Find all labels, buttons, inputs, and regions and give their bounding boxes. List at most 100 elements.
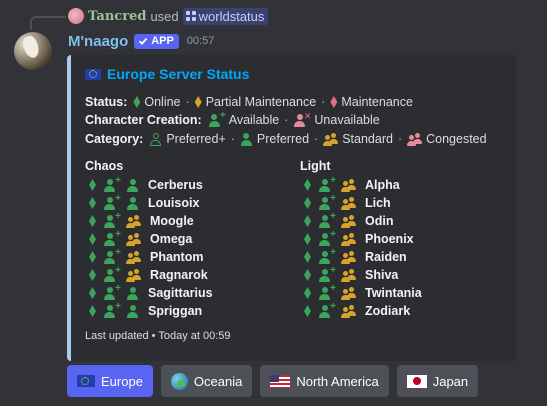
maintenance-label: Maintenance — [341, 95, 413, 109]
server-row: + Omega — [89, 229, 213, 248]
jp-flag-icon — [406, 374, 427, 388]
users-icon — [341, 178, 356, 192]
oceania-button-label: Oceania — [193, 373, 243, 389]
datacenter-title-chaos: Chaos — [85, 159, 124, 173]
server-row: + Sagittarius — [89, 283, 213, 302]
status-diamond-icon — [304, 305, 311, 317]
status-diamond-icon — [89, 251, 96, 263]
creation-legend-label: Character Creation: — [85, 113, 202, 127]
user-plus-icon: + — [103, 265, 121, 282]
oceania-button[interactable]: Oceania — [160, 365, 253, 397]
online-diamond-icon — [133, 96, 141, 108]
user-plus-icon: + — [318, 247, 336, 264]
preferred-plus-label: Preferred+ — [166, 132, 226, 146]
app-badge: APP — [134, 33, 179, 49]
slash-command-mention[interactable]: worldstatus — [182, 7, 269, 25]
users-congested-icon — [407, 132, 423, 146]
user-plus-icon: + — [318, 265, 336, 282]
message-timestamp[interactable]: 00:57 — [187, 35, 215, 47]
creation-legend: Character Creation: + Available · ✕ Unav… — [85, 110, 380, 127]
server-name: Spriggan — [148, 304, 203, 318]
reply-user-avatar[interactable] — [68, 8, 84, 24]
europe-button-label: Europe — [101, 373, 143, 389]
status-diamond-icon — [89, 215, 96, 227]
status-diamond-icon — [89, 197, 96, 209]
status-diamond-icon — [304, 197, 311, 209]
server-row: + Ragnarok — [89, 265, 213, 284]
author-avatar[interactable] — [14, 32, 52, 70]
globe-icon — [170, 372, 188, 390]
user-icon — [126, 304, 139, 318]
embed-title: Europe Server Status — [85, 66, 249, 82]
author-name[interactable]: M'naago — [68, 33, 128, 50]
users-icon — [341, 196, 356, 210]
separator: · — [185, 95, 190, 109]
separator: · — [321, 95, 326, 109]
users-icon — [341, 304, 356, 318]
users-icon — [126, 232, 141, 246]
user-plus-icon: + — [318, 283, 336, 300]
user-plus-icon: + — [318, 193, 336, 210]
user-plus-icon: + — [208, 110, 226, 127]
user-icon — [240, 132, 253, 146]
user-plus-icon: + — [103, 283, 121, 300]
japan-button-label: Japan — [432, 373, 469, 389]
separator: · — [284, 113, 289, 127]
separator: · — [397, 132, 403, 146]
server-name: Louisoix — [148, 196, 200, 210]
unavailable-label: Unavailable — [314, 113, 380, 127]
reply-used-text: used — [150, 8, 179, 24]
status-diamond-icon — [304, 233, 311, 245]
user-icon — [126, 286, 139, 300]
server-name: Twintania — [365, 286, 422, 300]
partial-maintenance-label: Partial Maintenance — [205, 95, 317, 109]
server-row: + Raiden — [304, 247, 422, 266]
category-legend: Category: Preferred+ · Preferred · Stand… — [85, 132, 487, 146]
europe-button[interactable]: Europe — [67, 365, 153, 397]
app-badge-label: APP — [151, 35, 174, 47]
reply-reference[interactable]: Tancred used worldstatus — [68, 7, 269, 25]
status-diamond-icon — [304, 287, 311, 299]
congested-label: Congested — [426, 132, 487, 146]
server-name: Zodiark — [365, 304, 411, 318]
user-plus-icon: + — [318, 301, 336, 318]
partial-maintenance-diamond-icon — [194, 96, 202, 108]
datacenter-title-light: Light — [300, 159, 331, 173]
eu-flag-icon — [77, 375, 95, 387]
server-row: + Lich — [304, 193, 422, 212]
user-plus-icon: + — [103, 175, 121, 192]
server-row: + Cerberus — [89, 175, 213, 194]
server-row: + Louisoix — [89, 193, 213, 212]
users-icon — [126, 214, 141, 228]
user-plus-icon: + — [103, 193, 121, 210]
server-name: Phoenix — [365, 232, 414, 246]
command-grid-icon — [185, 11, 196, 21]
server-row: + Alpha — [304, 175, 422, 194]
available-label: Available — [228, 113, 280, 127]
us-flag-icon — [270, 374, 291, 388]
separator: · — [230, 132, 235, 146]
server-name: Lich — [365, 196, 391, 210]
status-diamond-icon — [89, 269, 96, 281]
maintenance-diamond-icon — [330, 96, 338, 108]
server-list-light: + Alpha + Lich + Odin + Phoenix + Raiden + Shiva + Tw… — [304, 175, 422, 320]
preferred-label: Preferred — [256, 132, 310, 146]
server-name: Sagittarius — [148, 286, 213, 300]
reply-connector — [30, 16, 66, 30]
server-row: + Zodiark — [304, 301, 422, 320]
user-plus-icon: + — [318, 175, 336, 192]
region-button-row: Europe Oceania North America Japan — [67, 365, 479, 397]
server-row: + Shiva — [304, 265, 422, 284]
users-icon — [341, 250, 356, 264]
japan-button[interactable]: Japan — [396, 365, 479, 397]
status-diamond-icon — [89, 287, 96, 299]
north-america-button[interactable]: North America — [260, 365, 389, 397]
embed-title-text: Europe Server Status — [107, 66, 250, 82]
reply-username[interactable]: Tancred — [88, 9, 146, 24]
server-name: Cerberus — [148, 178, 203, 192]
users-icon — [323, 132, 339, 146]
server-row: + Odin — [304, 211, 422, 230]
server-name: Alpha — [365, 178, 400, 192]
users-icon — [341, 268, 356, 282]
verified-check-icon — [139, 37, 148, 45]
